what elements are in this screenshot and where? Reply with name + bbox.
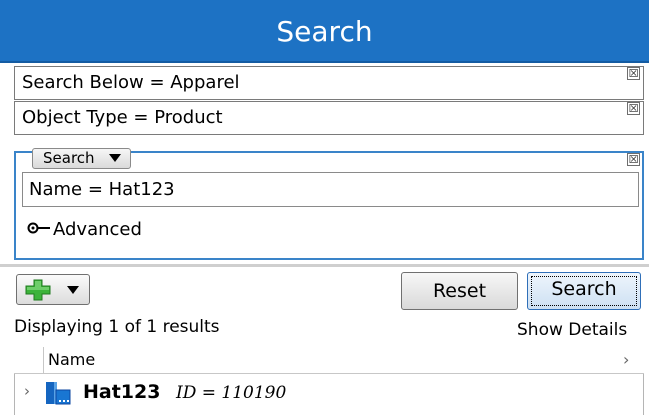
search-type-dropdown[interactable]: Search — [32, 148, 131, 169]
result-count: Displaying 1 of 1 results — [14, 317, 220, 337]
search-button[interactable]: Search — [527, 272, 641, 310]
divider — [0, 264, 649, 267]
name-criterion-field[interactable]: Name = Hat123 — [22, 172, 639, 207]
result-name[interactable]: Hat123 — [83, 378, 160, 406]
add-criteria-button[interactable] — [16, 274, 90, 305]
remove-group-icon[interactable]: ☒ — [627, 153, 640, 166]
result-id: ID = 110190 — [176, 383, 287, 403]
column-divider — [43, 347, 44, 374]
reset-button[interactable]: Reset — [401, 272, 518, 310]
panel-title: Search — [276, 15, 373, 48]
criterion-object-type: Object Type = Product — [14, 101, 644, 135]
remove-criterion-icon[interactable]: ☒ — [627, 102, 640, 115]
expand-row-icon[interactable]: › — [24, 378, 30, 404]
remove-criterion-icon[interactable]: ☒ — [627, 67, 640, 80]
show-details-link[interactable]: Show Details — [517, 319, 627, 341]
table-header — [14, 346, 644, 374]
advanced-link[interactable]: Advanced — [53, 218, 142, 242]
search-button-label: Search — [551, 278, 617, 300]
green-plus-icon — [25, 279, 51, 301]
criterion-search-below: Search Below = Apparel — [14, 66, 644, 100]
chevron-down-icon — [67, 286, 79, 294]
dropdown-label: Search — [43, 149, 95, 167]
column-header-name[interactable]: Name — [48, 347, 95, 373]
chevron-down-icon — [109, 154, 121, 162]
product-icon — [44, 380, 72, 406]
criterion-label: Search Below = Apparel — [22, 72, 240, 93]
chevron-right-icon[interactable]: › — [623, 348, 629, 372]
key-icon[interactable] — [27, 220, 51, 236]
criterion-label: Object Type = Product — [22, 107, 223, 128]
